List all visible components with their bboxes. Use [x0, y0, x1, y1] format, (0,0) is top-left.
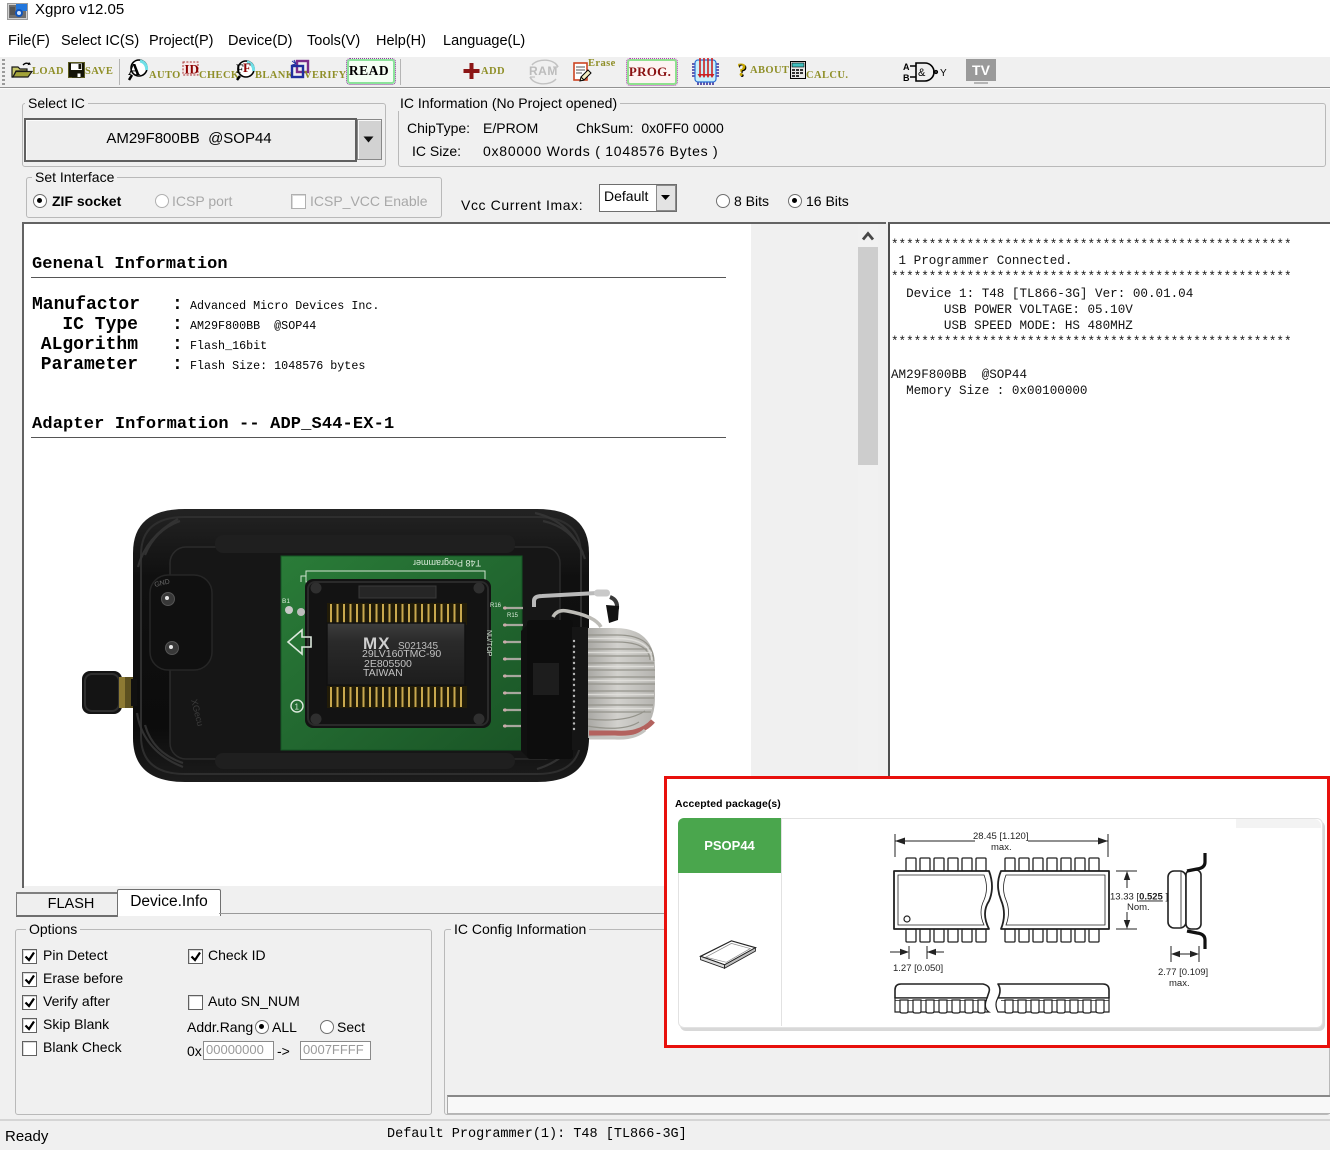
- svg-text:R16: R16: [490, 603, 502, 609]
- svg-text:A: A: [903, 62, 910, 72]
- svg-text:Y: Y: [940, 68, 947, 79]
- svg-text:B1: B1: [282, 598, 290, 605]
- svg-text:R15: R15: [507, 613, 519, 619]
- svg-text:13.33 [0.525 ]: 13.33 [0.525 ]: [1110, 892, 1168, 903]
- svg-text:B: B: [903, 73, 910, 83]
- svg-text:1: 1: [295, 703, 300, 712]
- svg-text:TAIWAN: TAIWAN: [363, 667, 403, 679]
- svg-text:T48 Programmer: T48 Programmer: [413, 558, 481, 568]
- svg-text:Nom.: Nom.: [1127, 902, 1150, 913]
- svg-text:NU/TOP: NU/TOP: [485, 630, 492, 657]
- svg-text:max.: max.: [991, 842, 1012, 853]
- svg-text:28.45 [1.120]: 28.45 [1.120]: [973, 831, 1028, 842]
- svg-text:1.27 [0.050]: 1.27 [0.050]: [893, 963, 943, 974]
- svg-text:F: F: [243, 60, 251, 75]
- svg-text:ID: ID: [184, 62, 198, 77]
- svg-text:&: &: [918, 67, 926, 79]
- svg-text:max.: max.: [1169, 978, 1190, 989]
- svg-text:2.77 [0.109]: 2.77 [0.109]: [1158, 967, 1208, 978]
